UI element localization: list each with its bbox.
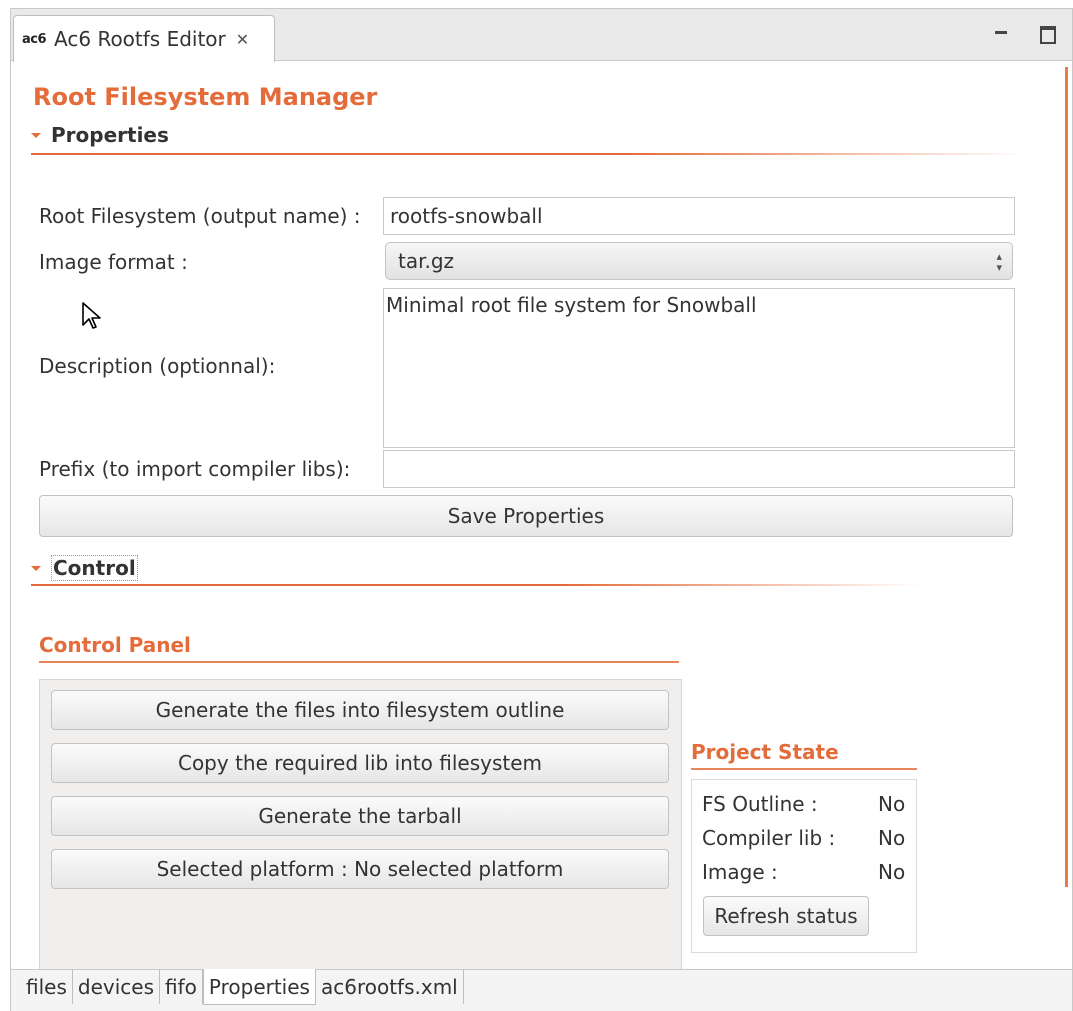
tab-files[interactable]: files xyxy=(21,970,73,1004)
generate-files-button[interactable]: Generate the files into filesystem outli… xyxy=(51,690,669,730)
maximize-icon[interactable] xyxy=(1036,21,1058,44)
tab-fifo[interactable]: fifo xyxy=(160,970,203,1004)
updown-arrows-icon: ▴ ▾ xyxy=(996,250,1002,274)
image-format-label: Image format : xyxy=(39,250,188,274)
collapse-arrow-icon[interactable] xyxy=(31,565,41,571)
project-state-title: Project State xyxy=(691,740,839,764)
editor-tab-title: Ac6 Rootfs Editor xyxy=(54,27,226,51)
image-value: No xyxy=(878,860,906,884)
editor-tab-bar: ac6 Ac6 Rootfs Editor ✕ xyxy=(11,9,1072,62)
output-name-label: Root Filesystem (output name) : xyxy=(39,204,361,228)
prefix-field[interactable] xyxy=(383,450,1015,488)
refresh-status-button[interactable]: Refresh status xyxy=(703,896,869,936)
generate-tarball-button[interactable]: Generate the tarball xyxy=(51,796,669,836)
compiler-lib-value: No xyxy=(878,826,906,850)
section-divider xyxy=(31,153,1026,155)
close-icon[interactable]: ✕ xyxy=(236,30,249,49)
section-divider xyxy=(31,584,921,586)
collapse-arrow-icon[interactable] xyxy=(31,132,41,138)
control-section-label: Control xyxy=(51,555,138,581)
properties-section-label: Properties xyxy=(51,123,169,147)
project-state-underline xyxy=(691,768,917,770)
editor-window: ac6 Ac6 Rootfs Editor ✕ Root Filesystem … xyxy=(10,8,1073,1011)
ac6-logo-icon: ac6 xyxy=(22,31,47,47)
control-panel: Generate the files into filesystem outli… xyxy=(39,679,682,979)
control-section-header[interactable]: Control xyxy=(31,555,1026,581)
image-format-value: tar.gz xyxy=(398,249,455,273)
editor-tab[interactable]: ac6 Ac6 Rootfs Editor ✕ xyxy=(13,15,275,62)
description-label: Description (optionnal): xyxy=(39,354,276,378)
control-panel-title: Control Panel xyxy=(39,633,191,657)
compiler-lib-label: Compiler lib : xyxy=(702,826,836,850)
description-field[interactable]: Minimal root file system for Snowball xyxy=(383,288,1015,448)
image-label: Image : xyxy=(702,860,778,884)
project-state-panel: FS Outline : No Compiler lib : No Image … xyxy=(691,779,917,953)
tab-ac6rootfs-xml[interactable]: ac6rootfs.xml xyxy=(316,970,464,1004)
editor-page-tabs: files devices fifo Properties ac6rootfs.… xyxy=(11,969,1072,1011)
tab-devices[interactable]: devices xyxy=(73,970,161,1004)
properties-section-header[interactable]: Properties xyxy=(31,123,1026,147)
description-value: Minimal root file system for Snowball xyxy=(386,293,757,317)
selected-platform-button[interactable]: Selected platform : No selected platform xyxy=(51,849,669,889)
mouse-pointer-icon xyxy=(82,302,101,329)
output-name-field[interactable] xyxy=(383,197,1015,235)
fs-outline-value: No xyxy=(878,792,906,816)
page-title: Root Filesystem Manager xyxy=(33,83,378,111)
editor-content: Root Filesystem Manager Properties Root … xyxy=(11,61,1072,979)
copy-lib-button[interactable]: Copy the required lib into filesystem xyxy=(51,743,669,783)
tab-properties[interactable]: Properties xyxy=(202,969,316,1005)
minimize-icon[interactable] xyxy=(990,21,1012,43)
image-format-select[interactable]: tar.gz ▴ ▾ xyxy=(385,242,1013,280)
control-panel-underline xyxy=(39,661,679,663)
fs-outline-label: FS Outline : xyxy=(702,792,818,816)
save-properties-button[interactable]: Save Properties xyxy=(39,495,1013,537)
prefix-label: Prefix (to import compiler libs): xyxy=(39,457,351,481)
